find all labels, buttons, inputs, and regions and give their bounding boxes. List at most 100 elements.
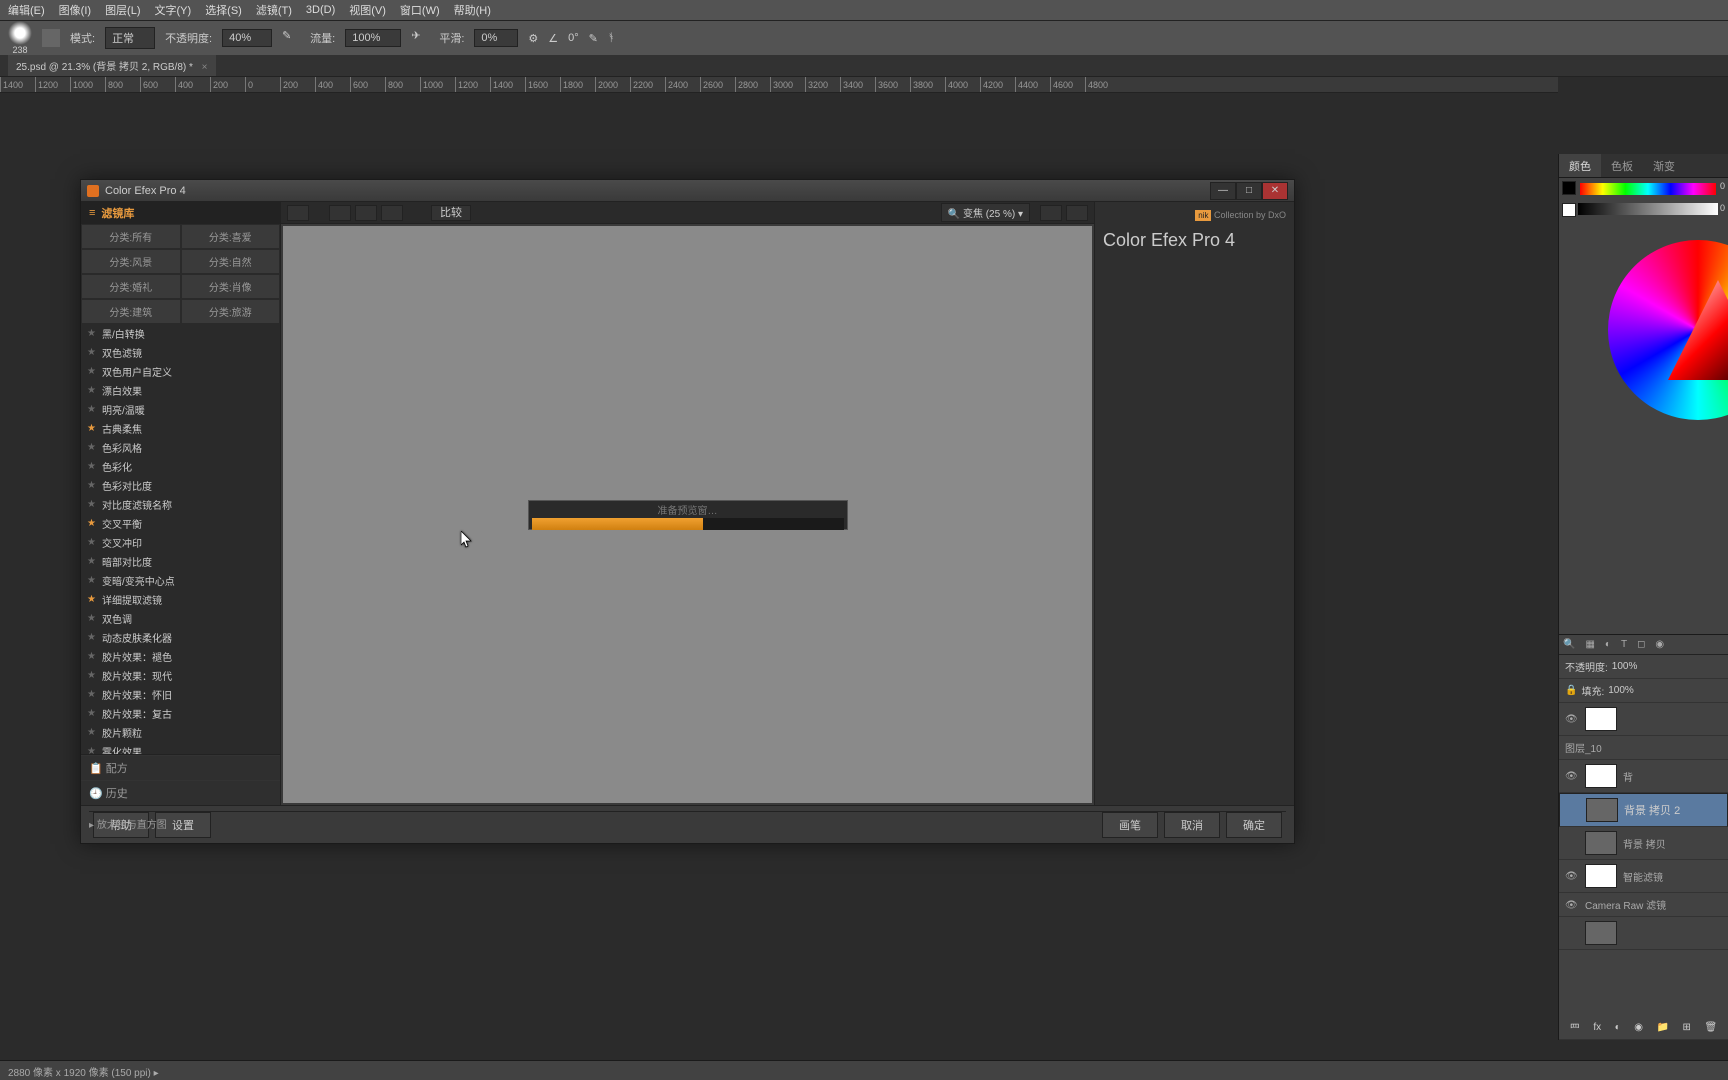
filter-item[interactable]: ★交叉平衡 <box>81 514 280 533</box>
layer-name[interactable]: 背景 拷贝 2 <box>1624 802 1680 818</box>
visibility-icon[interactable]: 👁 <box>1565 900 1579 910</box>
airbrush-icon[interactable]: ✈ <box>411 29 429 47</box>
visibility-icon[interactable] <box>1566 805 1580 815</box>
filter-item[interactable]: ★暗部对比度 <box>81 552 280 571</box>
star-icon[interactable]: ★ <box>87 613 96 624</box>
layer-thumb[interactable] <box>1585 921 1617 945</box>
filter-item[interactable]: ★胶片效果：褪色 <box>81 647 280 666</box>
filter-item[interactable]: ★黑/白转换 <box>81 324 280 343</box>
compare-button[interactable]: 比较 <box>431 205 471 221</box>
symmetry-icon[interactable]: ᚬ <box>608 32 615 44</box>
filter-smart-icon[interactable]: ◉ <box>1655 639 1664 650</box>
layer-list[interactable]: 👁 图层_10 👁 背 背景 拷贝 2 <box>1559 703 1728 950</box>
menu-item[interactable]: 滤镜(T) <box>256 2 292 18</box>
gray-strip[interactable] <box>1578 203 1718 215</box>
category-button[interactable]: 分类:所有 <box>81 224 181 249</box>
layer-thumb[interactable] <box>1585 707 1617 731</box>
visibility-icon[interactable]: 👁 <box>1565 771 1579 781</box>
filter-pixel-icon[interactable]: ▦ <box>1585 639 1594 650</box>
layer-thumb[interactable] <box>1586 798 1618 822</box>
layer-thumb[interactable] <box>1585 864 1617 888</box>
category-button[interactable]: 分类:风景 <box>81 249 181 274</box>
filter-item[interactable]: ★双色用户自定义 <box>81 362 280 381</box>
menu-item[interactable]: 3D(D) <box>306 4 335 16</box>
star-icon[interactable]: ★ <box>87 480 96 491</box>
star-icon[interactable]: ★ <box>87 708 96 719</box>
star-icon[interactable]: ★ <box>87 461 96 472</box>
link-icon[interactable]: ⺫ <box>1570 1020 1580 1035</box>
menu-item[interactable]: 图层(L) <box>105 2 140 18</box>
panel-right-toggle2-icon[interactable] <box>1066 205 1088 221</box>
layer-name[interactable]: 背景 拷贝 <box>1623 836 1666 851</box>
recipe-section[interactable]: 📋 配方 <box>81 755 280 780</box>
flow-value[interactable]: 100% <box>345 29 401 47</box>
opacity-value[interactable]: 40% <box>222 29 272 47</box>
hue-strip[interactable] <box>1580 183 1716 195</box>
angle-value[interactable]: 0° <box>568 32 579 44</box>
category-button[interactable]: 分类:婚礼 <box>81 274 181 299</box>
filter-type-icon[interactable]: T <box>1621 639 1627 650</box>
gear-icon[interactable]: ⚙ <box>528 32 538 45</box>
bg-swatch[interactable] <box>1562 203 1576 217</box>
star-icon[interactable]: ★ <box>87 670 96 681</box>
dialog-titlebar[interactable]: Color Efex Pro 4 — □ ✕ <box>81 180 1294 202</box>
lock-icon[interactable]: 🔒 <box>1565 685 1577 696</box>
filter-item[interactable]: ★胶片效果：怀旧 <box>81 685 280 704</box>
star-icon[interactable]: ★ <box>87 689 96 700</box>
panel-toggle-icon[interactable] <box>287 205 309 221</box>
layer-thumb[interactable] <box>1585 831 1617 855</box>
category-button[interactable]: 分类:旅游 <box>181 299 281 324</box>
history-section[interactable]: 🕘 历史 <box>81 780 280 805</box>
adjustment-icon[interactable]: ◉ <box>1634 1022 1643 1033</box>
star-icon[interactable]: ★ <box>87 385 96 396</box>
star-icon[interactable]: ★ <box>87 347 96 358</box>
menu-item[interactable]: 文字(Y) <box>155 2 192 18</box>
star-icon[interactable]: ★ <box>87 366 96 377</box>
menu-item[interactable]: 视图(V) <box>349 2 386 18</box>
filter-item[interactable]: ★胶片颗粒 <box>81 723 280 742</box>
star-icon[interactable]: ★ <box>87 575 96 586</box>
fg-swatch[interactable] <box>1562 181 1576 195</box>
fx-icon[interactable]: fx <box>1593 1022 1601 1033</box>
filter-item[interactable]: ★双色调 <box>81 609 280 628</box>
filter-list[interactable]: ★黑/白转换★双色滤镜★双色用户自定义★漂白效果★明亮/温暖★古典柔焦★色彩风格… <box>81 324 280 754</box>
layer-fill[interactable]: 100% <box>1608 685 1634 696</box>
filter-layers-icon[interactable]: 🔍 <box>1563 639 1575 650</box>
close-button[interactable]: ✕ <box>1262 182 1288 200</box>
maximize-button[interactable]: □ <box>1236 182 1262 200</box>
filter-item[interactable]: ★色彩对比度 <box>81 476 280 495</box>
smooth-value[interactable]: 0% <box>474 29 518 47</box>
tab-color[interactable]: 颜色 <box>1559 154 1601 177</box>
tab-gradients[interactable]: 渐变 <box>1643 154 1685 177</box>
layer-name[interactable]: Camera Raw 滤镜 <box>1585 897 1666 912</box>
visibility-icon[interactable] <box>1565 928 1579 938</box>
zoom-select[interactable]: 🔍 变焦 (25 %) ▾ <box>941 203 1030 222</box>
layer-name[interactable]: 图层_10 <box>1565 740 1602 755</box>
document-tab[interactable]: 25.psd @ 21.3% (背景 拷贝 2, RGB/8) * × <box>8 55 216 76</box>
filter-item[interactable]: ★色彩化 <box>81 457 280 476</box>
filter-item[interactable]: ★变暗/变亮中心点 <box>81 571 280 590</box>
filter-item[interactable]: ★胶片效果：现代 <box>81 666 280 685</box>
star-icon[interactable]: ★ <box>87 594 96 605</box>
panel-right-toggle-icon[interactable] <box>1040 205 1062 221</box>
filter-item[interactable]: ★色彩风格 <box>81 438 280 457</box>
visibility-icon[interactable]: 👁 <box>1565 871 1579 881</box>
filter-shape-icon[interactable]: ◻ <box>1637 639 1645 650</box>
filter-item[interactable]: ★双色滤镜 <box>81 343 280 362</box>
menu-item[interactable]: 窗口(W) <box>400 2 440 18</box>
visibility-icon[interactable] <box>1565 838 1579 848</box>
visibility-icon[interactable]: 👁 <box>1565 714 1579 724</box>
filter-item[interactable]: ★明亮/温暖 <box>81 400 280 419</box>
filter-item[interactable]: ★雾化效果 <box>81 742 280 754</box>
star-icon[interactable]: ★ <box>87 537 96 548</box>
menu-item[interactable]: 选择(S) <box>205 2 242 18</box>
new-layer-icon[interactable]: ⊞ <box>1683 1022 1691 1033</box>
mode-select[interactable]: 正常 <box>105 27 155 49</box>
star-icon[interactable]: ★ <box>87 518 96 529</box>
filter-item[interactable]: ★胶片效果：复古 <box>81 704 280 723</box>
category-button[interactable]: 分类:喜爱 <box>181 224 281 249</box>
filter-item[interactable]: ★漂白效果 <box>81 381 280 400</box>
pressure-opacity-icon[interactable]: ✎ <box>282 29 300 47</box>
star-icon[interactable]: ★ <box>87 746 96 754</box>
star-icon[interactable]: ★ <box>87 632 96 643</box>
